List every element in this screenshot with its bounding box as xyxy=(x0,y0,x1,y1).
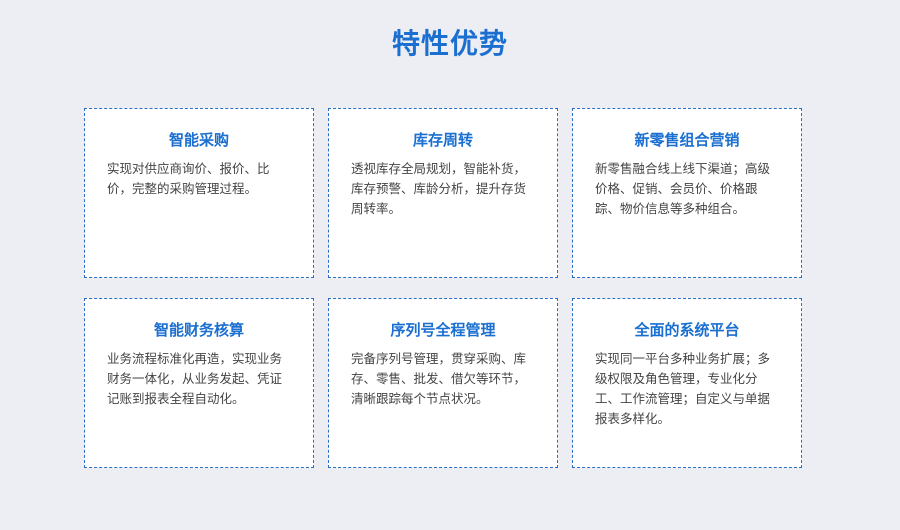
feature-card-description: 业务流程标准化再造，实现业务财务一体化，从业务发起、凭证记账到报表全程自动化。 xyxy=(107,351,283,406)
feature-card-title: 新零售组合营销 xyxy=(634,131,740,149)
page-title: 特性优势 xyxy=(391,27,508,60)
feature-card-title: 智能采购 xyxy=(168,131,229,149)
feature-card-description: 透视库存全局规划，智能补货，库存预警、库龄分析，提升存货周转率。 xyxy=(351,161,527,216)
feature-card-description: 完备序列号管理，贯穿采购、库存、零售、批发、借欠等环节，清晰跟踪每个节点状况。 xyxy=(351,351,527,406)
feature-card-description: 实现同一平台多种业务扩展；多级权限及角色管理，专业化分工、工作流管理；自定义与单… xyxy=(595,351,771,426)
feature-card-title: 全面的系统平台 xyxy=(634,321,740,339)
feature-card-inventory-turnover: 库存周转 透视库存全局规划，智能补货，库存预警、库龄分析，提升存货周转率。 xyxy=(328,108,558,278)
feature-card-serial-number-management: 序列号全程管理 完备序列号管理，贯穿采购、库存、零售、批发、借欠等环节，清晰跟踪… xyxy=(328,298,558,468)
feature-card-title: 序列号全程管理 xyxy=(390,321,496,339)
feature-card-description: 实现对供应商询价、报价、比价，完整的采购管理过程。 xyxy=(107,161,270,196)
feature-card-title: 库存周转 xyxy=(412,131,473,149)
feature-card-smart-procurement: 智能采购 实现对供应商询价、报价、比价，完整的采购管理过程。 xyxy=(84,108,314,278)
feature-card-title: 智能财务核算 xyxy=(153,321,244,339)
feature-card-system-platform: 全面的系统平台 实现同一平台多种业务扩展；多级权限及角色管理，专业化分工、工作流… xyxy=(572,298,802,468)
feature-card-smart-finance: 智能财务核算 业务流程标准化再造，实现业务财务一体化，从业务发起、凭证记账到报表… xyxy=(84,298,314,468)
feature-card-new-retail-marketing: 新零售组合营销 新零售融合线上线下渠道；高级价格、促销、会员价、价格跟踪、物价信… xyxy=(572,108,802,278)
feature-grid: 智能采购 实现对供应商询价、报价、比价，完整的采购管理过程。 库存周转 透视库存… xyxy=(84,108,804,468)
feature-card-description: 新零售融合线上线下渠道；高级价格、促销、会员价、价格跟踪、物价信息等多种组合。 xyxy=(595,161,771,216)
